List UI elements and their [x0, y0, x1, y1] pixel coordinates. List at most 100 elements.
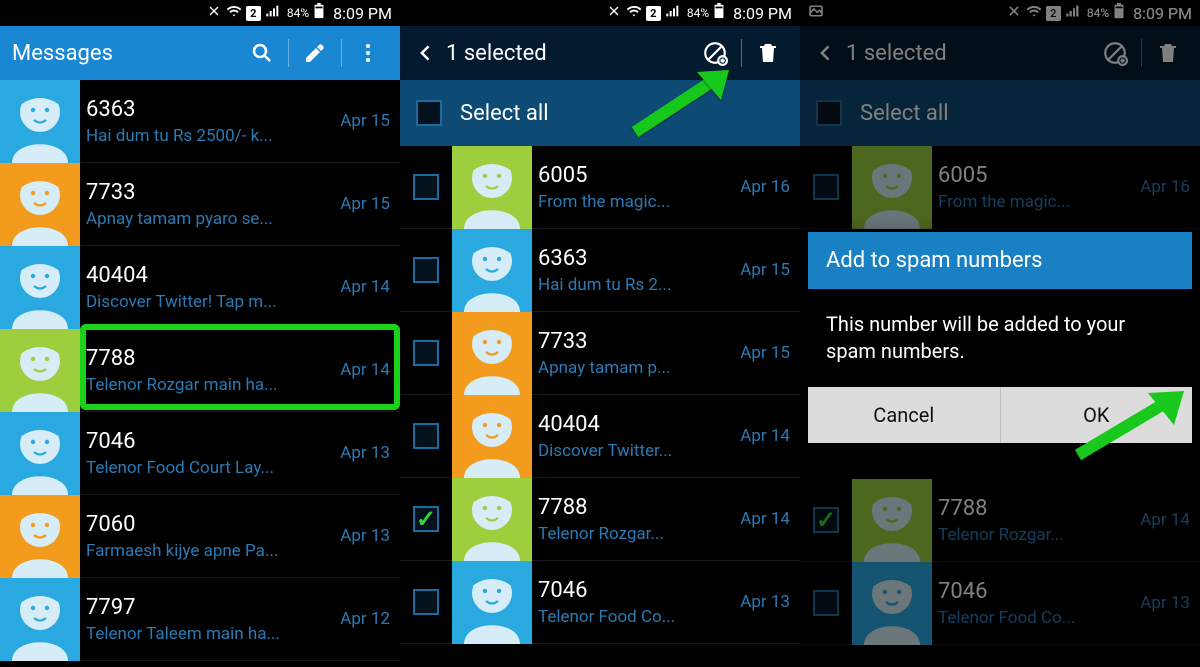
message-row[interactable]: 7733 Apnay tamam p... Apr 15	[400, 312, 800, 395]
preview-label: From the magic...	[538, 192, 722, 212]
message-row[interactable]: 40404 Discover Twitter... Apr 14	[400, 395, 800, 478]
spam-confirm-dialog: Add to spam numbers This number will be …	[808, 232, 1192, 443]
overflow-icon[interactable]	[348, 33, 388, 73]
nfc-icon	[1006, 3, 1022, 23]
signal-icon	[265, 3, 281, 23]
row-checkbox[interactable]	[413, 589, 439, 615]
sender-label: 7733	[538, 329, 722, 354]
message-list[interactable]: 6363 Hai dum tu Rs 2500/- k... Apr 15 77…	[0, 80, 400, 667]
wifi-icon	[1026, 3, 1042, 23]
add-to-spam-icon[interactable]	[1095, 33, 1135, 73]
battery-percent: 84%	[1087, 6, 1109, 20]
add-to-spam-icon[interactable]	[695, 33, 735, 73]
date-label: Apr 15	[728, 260, 790, 280]
message-row[interactable]: 7060 Farmaesh kijye apne Pa... Apr 13	[0, 495, 400, 578]
contact-avatar	[452, 478, 532, 561]
message-row[interactable]: 6363 Hai dum tu Rs 2... Apr 15	[400, 229, 800, 312]
message-row[interactable]: 40404 Discover Twitter! Tap m... Apr 14	[0, 246, 400, 329]
dialog-body: This number will be added to your spam n…	[808, 289, 1192, 387]
row-checkbox[interactable]	[413, 423, 439, 449]
preview-label: From the magic...	[938, 192, 1122, 212]
preview-label: Hai dum tu Rs 2...	[538, 275, 722, 295]
message-row[interactable]: 7046 Telenor Food Co... Apr 13	[400, 561, 800, 644]
row-checkbox[interactable]	[413, 174, 439, 200]
sender-label: 7046	[938, 579, 1122, 604]
sender-label: 7788	[86, 346, 322, 371]
row-checkbox[interactable]	[813, 174, 839, 200]
sender-label: 6363	[86, 97, 322, 122]
back-icon[interactable]	[812, 33, 840, 73]
battery-percent: 84%	[287, 6, 309, 20]
select-all-row[interactable]: Select all	[400, 80, 800, 146]
preview-label: Telenor Taleem main ha...	[86, 624, 322, 644]
select-all-checkbox[interactable]	[416, 100, 442, 126]
select-all-row[interactable]: Select all	[800, 80, 1200, 146]
message-row[interactable]: 7733 Apnay tamam pyaro se... Apr 15	[0, 163, 400, 246]
selection-count: 1 selected	[846, 41, 1089, 66]
search-icon[interactable]	[242, 33, 282, 73]
preview-label: Telenor Food Court Lay...	[86, 458, 322, 478]
status-bar: 2 84% 8:09 PM	[0, 0, 400, 26]
row-checkbox[interactable]	[813, 590, 839, 616]
nfc-icon	[606, 3, 622, 23]
sender-label: 7060	[86, 512, 322, 537]
message-row[interactable]: 7797 Telenor Taleem main ha... Apr 12	[0, 578, 400, 661]
date-label: Apr 14	[328, 277, 390, 297]
message-row[interactable]: 7788 Telenor Rozgar... Apr 14	[800, 479, 1200, 562]
contact-avatar	[452, 312, 532, 395]
battery-icon	[713, 3, 725, 23]
message-row[interactable]: 7788 Telenor Rozgar main ha... Apr 14	[0, 329, 400, 412]
sender-label: 6005	[938, 163, 1122, 188]
clock: 8:09 PM	[1133, 4, 1192, 23]
preview-label: Hai dum tu Rs 2500/- k...	[86, 126, 322, 146]
dialog-ok-button[interactable]: OK	[1000, 387, 1193, 443]
contact-avatar	[852, 562, 932, 645]
wifi-icon	[626, 3, 642, 23]
preview-label: Telenor Rozgar main ha...	[86, 375, 322, 395]
sender-label: 6005	[538, 163, 722, 188]
sim-indicator: 2	[246, 6, 261, 21]
date-label: Apr 14	[1128, 510, 1190, 530]
message-row[interactable]: 7788 Telenor Rozgar... Apr 14	[400, 478, 800, 561]
signal-icon	[665, 3, 681, 23]
delete-icon[interactable]	[1148, 33, 1188, 73]
message-row[interactable]: 6005 From the magic... Apr 16	[800, 146, 1200, 229]
date-label: Apr 13	[728, 592, 790, 612]
message-row[interactable]: 6005 From the magic... Apr 16	[400, 146, 800, 229]
select-all-label: Select all	[460, 101, 549, 126]
date-label: Apr 14	[728, 426, 790, 446]
sender-label: 7788	[538, 495, 722, 520]
sender-label: 40404	[86, 263, 322, 288]
preview-label: Telenor Food Co...	[538, 607, 722, 627]
select-all-checkbox[interactable]	[816, 100, 842, 126]
status-bar: 2 84% 8:09 PM	[400, 0, 800, 26]
row-checkbox[interactable]	[813, 507, 839, 533]
date-label: Apr 12	[328, 609, 390, 629]
message-list[interactable]: 6005 From the magic... Apr 16 6363 Hai d…	[400, 146, 800, 667]
row-checkbox[interactable]	[413, 340, 439, 366]
preview-label: Apnay tamam pyaro se...	[86, 209, 322, 229]
message-row[interactable]: 7046 Telenor Food Co... Apr 13	[800, 562, 1200, 645]
selection-count: 1 selected	[446, 41, 689, 66]
dialog-cancel-button[interactable]: Cancel	[808, 387, 1000, 443]
message-row[interactable]: 6363 Hai dum tu Rs 2500/- k... Apr 15	[0, 80, 400, 163]
sender-label: 7797	[86, 595, 322, 620]
select-all-label: Select all	[860, 101, 949, 126]
contact-avatar	[0, 412, 80, 495]
row-checkbox[interactable]	[413, 506, 439, 532]
message-row[interactable]: 7046 Telenor Food Court Lay... Apr 13	[0, 412, 400, 495]
preview-label: Apnay tamam p...	[538, 358, 722, 378]
nfc-icon	[206, 3, 222, 23]
battery-icon	[313, 3, 325, 23]
contact-avatar	[852, 479, 932, 562]
selection-action-bar: 1 selected	[400, 26, 800, 80]
compose-icon[interactable]	[295, 33, 335, 73]
selection-action-bar: 1 selected	[800, 26, 1200, 80]
row-checkbox[interactable]	[413, 257, 439, 283]
preview-label: Telenor Rozgar...	[538, 524, 722, 544]
date-label: Apr 14	[728, 509, 790, 529]
dialog-title: Add to spam numbers	[808, 232, 1192, 289]
contact-avatar	[452, 229, 532, 312]
delete-icon[interactable]	[748, 33, 788, 73]
back-icon[interactable]	[412, 33, 440, 73]
